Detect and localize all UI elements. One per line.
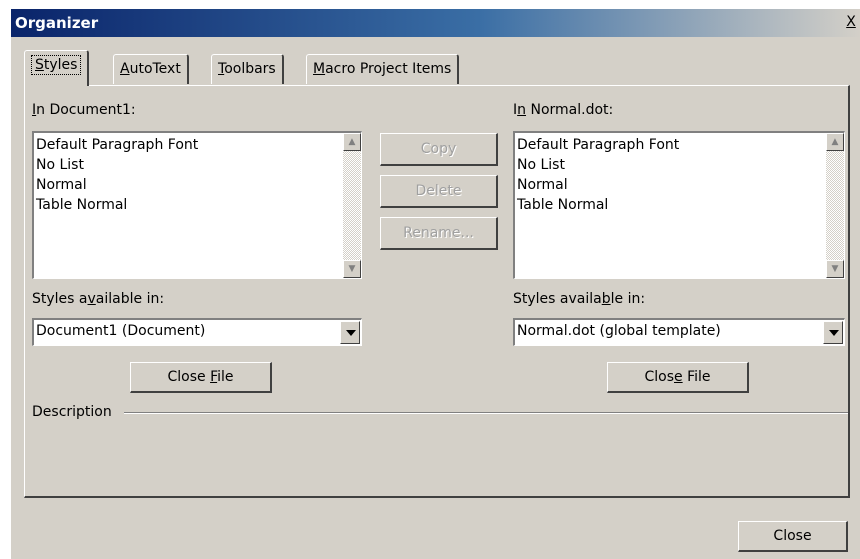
title-bar: Organizer X	[11, 9, 860, 37]
close-icon: X	[846, 14, 856, 30]
left-styles-available-select[interactable]: Document1 (Document)	[32, 318, 362, 346]
scroll-up-icon[interactable]: ▲	[826, 133, 844, 151]
right-list-scrollbar[interactable]: ▲ ▼	[826, 133, 844, 278]
tab-macro-project-items[interactable]: Macro Project Items	[306, 54, 460, 84]
list-item[interactable]: Default Paragraph Font	[517, 135, 824, 155]
description-divider	[124, 412, 848, 414]
right-styles-available-select[interactable]: Normal.dot (global template)	[513, 318, 845, 346]
right-select-value: Normal.dot (global template)	[517, 323, 721, 339]
left-close-file-button[interactable]: Close File	[130, 362, 272, 393]
left-select-value: Document1 (Document)	[36, 323, 206, 339]
window-title: Organizer	[15, 14, 99, 32]
list-item[interactable]: No List	[36, 155, 341, 175]
list-item[interactable]: Normal	[36, 175, 341, 195]
tab-macro-label: Macro Project Items	[313, 61, 452, 77]
list-item[interactable]: Table Normal	[36, 195, 341, 215]
scroll-down-icon[interactable]: ▼	[343, 260, 361, 278]
right-list-heading: In Normal.dot:	[513, 102, 614, 118]
chevron-down-icon[interactable]	[823, 321, 843, 344]
right-close-file-button[interactable]: Close File	[607, 362, 749, 393]
left-available-label: Styles available in:	[32, 291, 165, 307]
scroll-up-icon[interactable]: ▲	[343, 133, 361, 151]
list-item[interactable]: Normal	[517, 175, 824, 195]
tab-styles-label: Styles	[31, 55, 82, 75]
left-list-heading: In Document1:	[32, 102, 136, 118]
tab-styles[interactable]: Styles	[24, 50, 90, 86]
list-item[interactable]: Default Paragraph Font	[36, 135, 341, 155]
tab-toolbars-label: Toolbars	[218, 61, 276, 77]
copy-button[interactable]: Copy	[380, 133, 498, 166]
left-styles-list[interactable]: Default Paragraph Font No List Normal Ta…	[32, 131, 362, 279]
scroll-down-icon[interactable]: ▼	[826, 260, 844, 278]
tab-toolbars[interactable]: Toolbars	[211, 54, 284, 84]
tab-autotext[interactable]: AutoText	[113, 54, 189, 84]
rename-button[interactable]: Rename...	[380, 217, 498, 250]
list-item[interactable]: Table Normal	[517, 195, 824, 215]
description-label: Description	[32, 404, 112, 420]
chevron-down-icon[interactable]	[340, 321, 360, 344]
close-window-button[interactable]: X	[843, 12, 859, 32]
delete-button[interactable]: Delete	[380, 175, 498, 208]
list-item[interactable]: No List	[517, 155, 824, 175]
right-styles-list[interactable]: Default Paragraph Font No List Normal Ta…	[513, 131, 845, 279]
close-button[interactable]: Close	[738, 521, 848, 552]
tab-autotext-label: AutoText	[120, 61, 181, 77]
right-available-label: Styles available in:	[513, 291, 646, 307]
left-list-scrollbar[interactable]: ▲ ▼	[343, 133, 361, 278]
